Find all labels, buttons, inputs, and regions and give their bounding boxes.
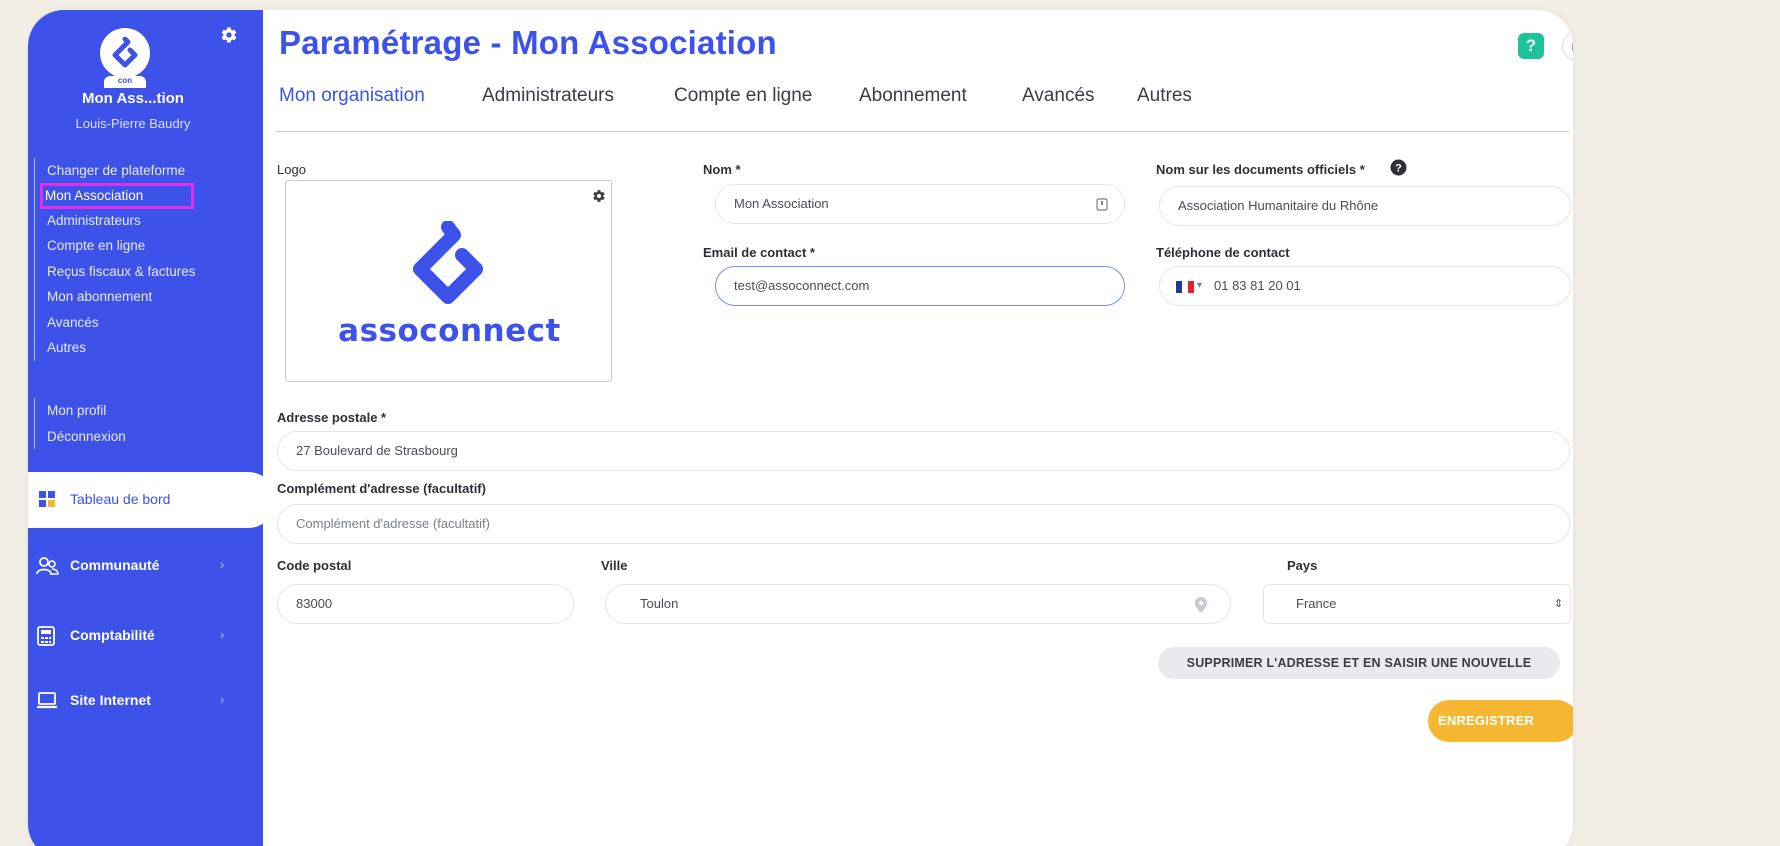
- dashboard-icon: [39, 491, 55, 507]
- tabs-divider: [275, 131, 1570, 132]
- nav-website[interactable]: Site Internet ›: [28, 685, 263, 715]
- calculator-icon: [37, 626, 55, 646]
- tab-my-organisation[interactable]: Mon organisation: [279, 85, 425, 107]
- tab-administrators[interactable]: Administrateurs: [482, 85, 614, 107]
- city-value: Toulon: [640, 596, 679, 611]
- city-label: Ville: [601, 558, 628, 573]
- france-flag-icon[interactable]: [1176, 281, 1194, 293]
- logo-caption: con: [104, 76, 146, 88]
- tab-online-account[interactable]: Compte en ligne: [674, 85, 812, 107]
- tab-others[interactable]: Autres: [1137, 85, 1192, 107]
- assoconnect-logo-icon: [112, 37, 138, 68]
- postal-code-input[interactable]: 83000: [277, 584, 574, 624]
- app-window: con Mon Ass...tion Louis-Pierre Baudry C…: [28, 10, 1573, 846]
- menu-subscription[interactable]: Mon abonnement: [47, 284, 196, 310]
- delete-address-button[interactable]: SUPPRIMER L'ADRESSE ET EN SAISIR UNE NOU…: [1158, 647, 1560, 679]
- org-name: Mon Ass...tion: [82, 90, 184, 107]
- email-value: test@assoconnect.com: [734, 278, 870, 293]
- user-name: Louis-Pierre Baudry: [75, 116, 191, 131]
- menu-logout[interactable]: Déconnexion: [47, 424, 126, 450]
- phone-label: Téléphone de contact: [1156, 245, 1290, 260]
- select-arrows-icon: ⇕: [1554, 598, 1564, 610]
- logo-label: Logo: [277, 162, 306, 177]
- save-button[interactable]: ENREGISTRER: [1428, 700, 1573, 742]
- name-value: Mon Association: [734, 196, 829, 211]
- name-input[interactable]: Mon Association: [715, 184, 1125, 224]
- address-label: Adresse postale *: [277, 410, 387, 425]
- official-name-value: Association Humanitaire du Rhône: [1178, 198, 1379, 213]
- location-pin-icon: [1195, 597, 1207, 613]
- menu-change-platform[interactable]: Changer de plateforme: [47, 158, 196, 184]
- contact-card-icon: [1096, 198, 1108, 211]
- chevron-right-icon: ›: [220, 627, 225, 642]
- city-input[interactable]: Toulon: [605, 584, 1231, 624]
- svg-text:?: ?: [1395, 163, 1402, 175]
- address-value: 27 Boulevard de Strasbourg: [296, 443, 458, 458]
- assoconnect-logo-icon: [413, 221, 483, 304]
- country-dropdown-icon[interactable]: ▾: [1197, 267, 1202, 305]
- nav-website-label: Site Internet: [70, 692, 151, 708]
- nav-community-label: Communauté: [70, 557, 160, 573]
- chevron-right-icon: ›: [220, 692, 225, 707]
- logo-wordmark: assoconnect: [338, 313, 561, 349]
- settings-gear-icon[interactable]: [220, 26, 238, 44]
- official-name-input[interactable]: Association Humanitaire du Rhône: [1159, 186, 1571, 226]
- tab-advanced[interactable]: Avancés: [1022, 85, 1095, 107]
- menu-tax-receipts[interactable]: Reçus fiscaux & factures: [47, 259, 196, 285]
- logo-upload[interactable]: assoconnect: [285, 180, 612, 382]
- nav-dashboard-label: Tableau de bord: [70, 491, 171, 507]
- name-label: Nom *: [703, 162, 741, 177]
- chevron-right-icon: ›: [220, 557, 225, 572]
- menu-my-profile[interactable]: Mon profil: [47, 398, 126, 424]
- info-icon[interactable]: ?: [1390, 159, 1407, 176]
- official-name-label: Nom sur les documents officiels *: [1156, 162, 1365, 177]
- menu-administrators[interactable]: Administrateurs: [47, 208, 196, 234]
- phone-value: 01 83 81 20 01: [1214, 278, 1301, 293]
- video-icon[interactable]: [1562, 31, 1573, 61]
- nav-accounting[interactable]: Comptabilité ›: [28, 620, 263, 650]
- email-label: Email de contact *: [703, 245, 815, 260]
- tab-subscription[interactable]: Abonnement: [859, 85, 967, 107]
- laptop-icon: [37, 692, 57, 709]
- phone-input[interactable]: ▾ 01 83 81 20 01: [1159, 266, 1571, 306]
- profile-menu: Mon profil Déconnexion: [34, 398, 126, 449]
- main-content: Paramétrage - Mon Association ? Mon orga…: [263, 10, 1573, 846]
- page-title: Paramétrage - Mon Association: [279, 24, 777, 61]
- country-select[interactable]: France ⇕: [1263, 584, 1571, 624]
- help-icon[interactable]: ?: [1518, 33, 1544, 59]
- menu-my-association[interactable]: Mon Association: [40, 182, 194, 209]
- complement-label: Complément d'adresse (facultatif): [277, 481, 486, 496]
- menu-advanced[interactable]: Avancés: [47, 310, 196, 336]
- postal-code-value: 83000: [296, 596, 333, 611]
- nav-dashboard[interactable]: Tableau de bord: [28, 472, 276, 528]
- org-logo[interactable]: [100, 28, 150, 78]
- platform-menu: Changer de plateforme Mon Association Ad…: [34, 158, 196, 361]
- sidebar: con Mon Ass...tion Louis-Pierre Baudry C…: [28, 10, 276, 846]
- menu-others[interactable]: Autres: [47, 335, 196, 361]
- postal-code-label: Code postal: [277, 558, 352, 573]
- logo-settings-icon[interactable]: [592, 189, 606, 203]
- menu-online-account[interactable]: Compte en ligne: [47, 233, 196, 259]
- nav-community[interactable]: Communauté ›: [28, 550, 263, 580]
- complement-placeholder: Complément d'adresse (facultatif): [296, 516, 490, 531]
- complement-input[interactable]: Complément d'adresse (facultatif): [277, 504, 1570, 544]
- nav-accounting-label: Comptabilité: [70, 627, 155, 643]
- community-icon: [36, 557, 59, 575]
- country-label: Pays: [1287, 558, 1318, 573]
- email-input[interactable]: test@assoconnect.com: [715, 266, 1125, 306]
- country-value: France: [1296, 596, 1337, 611]
- address-input[interactable]: 27 Boulevard de Strasbourg: [277, 431, 1570, 471]
